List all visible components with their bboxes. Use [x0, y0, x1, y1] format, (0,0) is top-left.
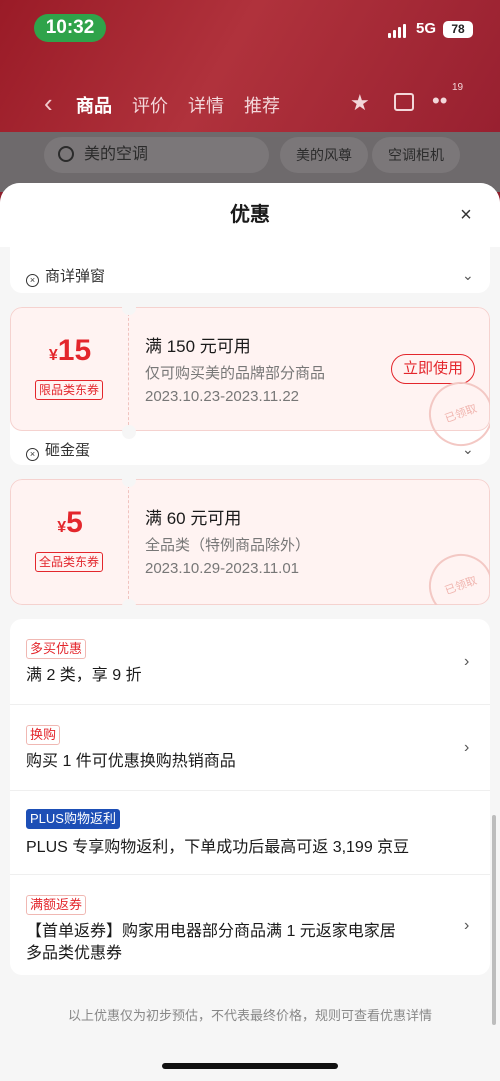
coupon-date: 2023.10.29-2023.11.01 — [145, 560, 300, 577]
more-badge: 19 — [452, 82, 464, 93]
promotions-sheet: 优惠 × × 商详弹窗 ⌄ ¥15 限品类东券 满 150 元可用 仅可购买美的品… — [0, 183, 500, 1081]
chevron-right-icon: › — [464, 653, 470, 670]
close-icon[interactable]: × — [456, 205, 476, 225]
sheet-title: 优惠 — [0, 183, 500, 247]
tab-product[interactable]: 商品 — [76, 92, 112, 118]
tab-reviews[interactable]: 评价 — [132, 92, 168, 118]
notch — [122, 599, 136, 605]
coupon-source-label: 商详弹窗 — [45, 268, 106, 285]
search-query: 美的空调 — [84, 146, 149, 163]
plus-rebate-tag: PLUS购物返利 — [26, 809, 120, 829]
coupon-card: ¥15 限品类东券 满 150 元可用 仅可购买美的品牌部分商品 2023.10… — [10, 307, 490, 465]
back-icon[interactable]: ‹ — [44, 88, 53, 119]
promotion-text: 满 2 类，享 9 折 — [26, 667, 142, 684]
coupon-value: 15 — [57, 334, 92, 367]
chevron-right-icon: › — [464, 739, 470, 756]
coupon-amount: ¥5 — [11, 506, 129, 540]
coupon-title: 满 60 元可用 — [145, 509, 242, 528]
tab-details[interactable]: 详情 — [188, 92, 224, 118]
search-chip[interactable]: 空调柜机 — [372, 137, 460, 173]
coupon-card: × 商详弹窗 ⌄ — [10, 247, 490, 293]
signal-icon — [388, 24, 406, 38]
tab-recommend[interactable]: 推荐 — [244, 92, 280, 118]
promotion-text: 购买 1 件可优惠换购热销商品 — [26, 753, 236, 770]
network-label: 5G — [416, 20, 437, 37]
chevron-down-icon[interactable]: ⌄ — [462, 267, 474, 284]
use-now-button[interactable]: 立即使用 — [391, 354, 475, 384]
status-time: 10:32 — [34, 14, 106, 42]
promotion-text: PLUS 专享购物返利，下单成功后最高可返 3,199 京豆 — [26, 839, 410, 856]
coupon-card: ¥5 全品类东券 满 60 元可用 全品类（特例商品除外） 2023.10.29… — [10, 479, 490, 605]
product-nav: ‹ 商品 评价 详情 推荐 ★ •• 19 — [0, 82, 500, 124]
notch — [122, 479, 136, 487]
disclaimer-text: 以上优惠仅为初步预估，不代表最终价格，规则可查看优惠详情 — [67, 1008, 432, 1023]
status-bar: 10:32 5G 78 — [0, 10, 500, 46]
coupon-title: 满 150 元可用 — [145, 337, 251, 356]
notch — [122, 307, 136, 315]
claimed-stamp: 已领取 — [419, 544, 490, 605]
promotion-tag: 满额返券 — [26, 895, 87, 915]
coupon-body: ¥5 全品类东券 满 60 元可用 全品类（特例商品除外） 2023.10.29… — [10, 479, 490, 605]
battery-icon: 78 — [443, 21, 473, 38]
source-icon: × — [26, 274, 39, 287]
currency-symbol: ¥ — [57, 519, 67, 536]
favorite-icon[interactable]: ★ — [350, 90, 370, 116]
coupon-amount: ¥15 — [11, 334, 129, 368]
coupon-source-label: 砸金蛋 — [45, 442, 91, 459]
coupon-amount-area: ¥15 限品类东券 — [11, 308, 129, 430]
promotion-item[interactable]: 换购 购买 1 件可优惠换购热销商品 › — [10, 705, 490, 791]
promotion-text: 【首单返券】购家用电器部分商品满 1 元返家电家居多品类优惠券 — [26, 923, 396, 962]
promotion-item[interactable]: 满额返券 【首单返券】购家用电器部分商品满 1 元返家电家居多品类优惠券 › — [10, 875, 490, 975]
coupon-type-badge: 全品类东券 — [35, 552, 104, 572]
coupon-body: ¥15 限品类东券 满 150 元可用 仅可购买美的品牌部分商品 2023.10… — [10, 307, 490, 456]
currency-symbol: ¥ — [48, 347, 58, 364]
coupon-source: × 砸金蛋 — [26, 439, 90, 461]
promotion-item: PLUS购物返利 PLUS 专享购物返利，下单成功后最高可返 3,199 京豆 — [10, 791, 490, 875]
home-indicator[interactable] — [162, 1063, 338, 1069]
chevron-down-icon[interactable]: ⌄ — [462, 441, 474, 458]
coupon-type-badge: 限品类东券 — [35, 380, 104, 400]
promotion-tag: 换购 — [26, 725, 61, 745]
search-input[interactable]: 美的空调 — [44, 137, 269, 173]
search-icon — [58, 146, 74, 162]
search-chip[interactable]: 美的风尊 — [280, 137, 368, 173]
coupon-desc: 仅可购买美的品牌部分商品 — [145, 365, 326, 382]
coupon-desc: 全品类（特例商品除外） — [145, 537, 311, 554]
coupon-source: × 商详弹窗 — [26, 265, 105, 287]
promotion-tag: 多买优惠 — [26, 639, 87, 659]
notch — [122, 425, 136, 439]
chevron-right-icon: › — [464, 917, 470, 934]
claimed-stamp: 已领取 — [419, 372, 490, 456]
scrollbar[interactable] — [492, 815, 496, 1025]
promotion-list: 多买优惠 满 2 类，享 9 折 › 换购 购买 1 件可优惠换购热销商品 › … — [10, 619, 490, 975]
coupon-date: 2023.10.23-2023.11.22 — [145, 388, 300, 405]
coupon-amount-area: ¥5 全品类东券 — [11, 480, 129, 604]
more-icon[interactable]: •• — [432, 88, 447, 114]
coupon-value: 5 — [66, 506, 83, 539]
share-icon[interactable] — [394, 93, 414, 111]
promotion-item[interactable]: 多买优惠 满 2 类，享 9 折 › — [10, 619, 490, 705]
source-icon: × — [26, 448, 39, 461]
